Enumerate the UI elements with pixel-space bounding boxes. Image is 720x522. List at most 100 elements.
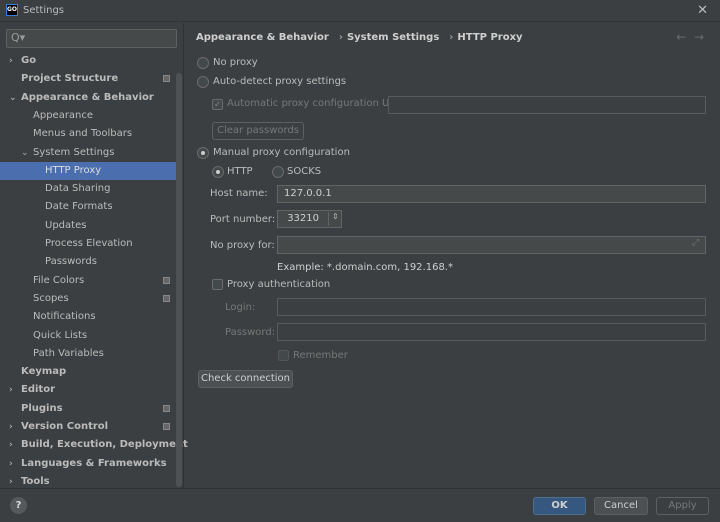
dialog-footer: ? OK Cancel Apply	[0, 488, 720, 522]
breadcrumb-item: HTTP Proxy	[457, 32, 522, 43]
close-icon[interactable]: ✕	[697, 3, 708, 18]
tree-item[interactable]: Keymap	[0, 363, 176, 381]
no-proxy-label: No proxy	[213, 57, 258, 68]
tree-item[interactable]: Date Formats	[0, 198, 176, 216]
tree-item[interactable]: Process Elevation	[0, 235, 176, 253]
auto-detect-radio[interactable]	[197, 76, 209, 88]
tree-item-label: Go	[21, 52, 36, 70]
chevron-right-icon[interactable]: ›	[9, 381, 13, 399]
manual-proxy-label: Manual proxy configuration	[213, 147, 350, 158]
tree-item-label: Appearance & Behavior	[21, 89, 154, 107]
tree-item[interactable]: HTTP Proxy	[0, 162, 176, 180]
tree-item[interactable]: › Version Control	[0, 418, 176, 436]
tree-item[interactable]: Appearance	[0, 107, 176, 125]
project-level-icon	[163, 75, 170, 82]
help-icon[interactable]: ?	[10, 497, 27, 514]
tree-item-label: Project Structure	[21, 70, 118, 88]
cancel-button[interactable]: Cancel	[594, 497, 648, 515]
manual-proxy-radio[interactable]	[197, 147, 209, 159]
title-bar: GO Settings ✕	[0, 0, 720, 22]
tree-item[interactable]: Menus and Toolbars	[0, 125, 176, 143]
port-spinner-icon[interactable]: ⇕	[328, 212, 339, 226]
tree-item[interactable]: ›Build, Execution, Deployment	[0, 436, 176, 454]
tree-item-label: Version Control	[21, 418, 108, 436]
sidebar-scrollbar[interactable]	[176, 73, 182, 487]
port-number-label: Port number:	[210, 214, 275, 225]
proxy-auth-label: Proxy authentication	[227, 279, 330, 290]
no-proxy-for-label: No proxy for:	[210, 240, 275, 251]
tree-item[interactable]: › Languages & Frameworks	[0, 455, 176, 473]
tree-item-label: Menus and Toolbars	[33, 125, 132, 143]
window-title: Settings	[23, 5, 64, 16]
auto-detect-label: Auto-detect proxy settings	[213, 76, 346, 87]
tree-item-label: Scopes	[33, 290, 69, 308]
settings-sidebar: Q▾ ›GoProject Structure⌄Appearance & Beh…	[0, 23, 184, 488]
auto-url-label: Automatic proxy configuration URL:	[227, 98, 405, 109]
project-level-icon	[163, 423, 170, 430]
breadcrumb-item[interactable]: Appearance & Behavior	[196, 32, 329, 43]
tree-item-label: Quick Lists	[33, 327, 87, 345]
auto-url-checkbox[interactable]: ✓	[212, 99, 223, 110]
forward-arrow-icon[interactable]: →	[694, 30, 704, 44]
tree-item[interactable]: › Go	[0, 52, 176, 70]
tree-item[interactable]: Project Structure	[0, 70, 176, 88]
socks-radio[interactable]	[272, 166, 284, 178]
tree-item[interactable]: Passwords	[0, 253, 176, 271]
chevron-right-icon[interactable]: ›	[9, 455, 13, 473]
chevron-right-icon[interactable]: ›	[9, 52, 13, 70]
check-connection-button[interactable]: Check connection	[198, 370, 293, 388]
search-icon: Q▾	[11, 31, 25, 44]
tree-item[interactable]: Quick Lists	[0, 327, 176, 345]
remember-checkbox[interactable]	[278, 350, 289, 361]
tree-item[interactable]: ⌄Appearance & Behavior	[0, 89, 176, 107]
proxy-auth-checkbox[interactable]	[212, 279, 223, 290]
breadcrumb-item[interactable]: System Settings	[347, 32, 439, 43]
host-name-input[interactable]: 127.0.0.1	[277, 185, 706, 203]
login-input[interactable]	[277, 298, 706, 316]
http-radio[interactable]	[212, 166, 224, 178]
no-proxy-example: Example: *.domain.com, 192.168.*	[277, 262, 453, 273]
tree-item[interactable]: Data Sharing	[0, 180, 176, 198]
tree-item-label: Appearance	[33, 107, 93, 125]
tree-item[interactable]: Plugins	[0, 400, 176, 418]
tree-item-label: Build, Execution, Deployment	[21, 436, 188, 454]
tree-item[interactable]: Updates	[0, 217, 176, 235]
tree-item[interactable]: File Colors	[0, 272, 176, 290]
tree-item-label: Updates	[45, 217, 86, 235]
auto-url-input[interactable]	[388, 96, 706, 114]
password-input[interactable]	[277, 323, 706, 341]
project-level-icon	[163, 295, 170, 302]
history-nav: ← →	[676, 30, 704, 44]
tree-item[interactable]: Scopes	[0, 290, 176, 308]
expand-icon[interactable]: ⤢	[692, 238, 699, 248]
tree-item-label: Keymap	[21, 363, 66, 381]
chevron-right-icon[interactable]: ›	[9, 436, 13, 454]
tree-item[interactable]: Path Variables	[0, 345, 176, 363]
search-input[interactable]: Q▾	[6, 29, 177, 48]
tree-item-label: Path Variables	[33, 345, 104, 363]
apply-button[interactable]: Apply	[656, 497, 709, 515]
host-name-label: Host name:	[210, 188, 268, 199]
tree-item[interactable]: ⌄System Settings	[0, 144, 176, 162]
back-arrow-icon[interactable]: ←	[676, 30, 686, 44]
tree-item-label: File Colors	[33, 272, 84, 290]
tree-item[interactable]: Notifications	[0, 308, 176, 326]
tree-item[interactable]: ›Editor	[0, 381, 176, 399]
remember-label: Remember	[293, 350, 348, 361]
chevron-down-icon[interactable]: ⌄	[9, 89, 17, 107]
tree-item-label: Passwords	[45, 253, 97, 271]
chevron-right-icon[interactable]: ›	[9, 418, 13, 436]
project-level-icon	[163, 277, 170, 284]
no-proxy-radio[interactable]	[197, 57, 209, 69]
socks-label: SOCKS	[287, 166, 321, 177]
tree-item-label: Languages & Frameworks	[21, 455, 167, 473]
tree-item-label: Notifications	[33, 308, 96, 326]
no-proxy-for-input[interactable]	[277, 236, 706, 254]
ok-button[interactable]: OK	[533, 497, 586, 515]
clear-passwords-button[interactable]: Clear passwords	[212, 122, 304, 140]
tree-item-label: HTTP Proxy	[45, 162, 101, 180]
password-label: Password:	[225, 327, 275, 338]
tree-item-label: Plugins	[21, 400, 63, 418]
chevron-down-icon[interactable]: ⌄	[21, 144, 29, 162]
tree-item-label: Data Sharing	[45, 180, 110, 198]
